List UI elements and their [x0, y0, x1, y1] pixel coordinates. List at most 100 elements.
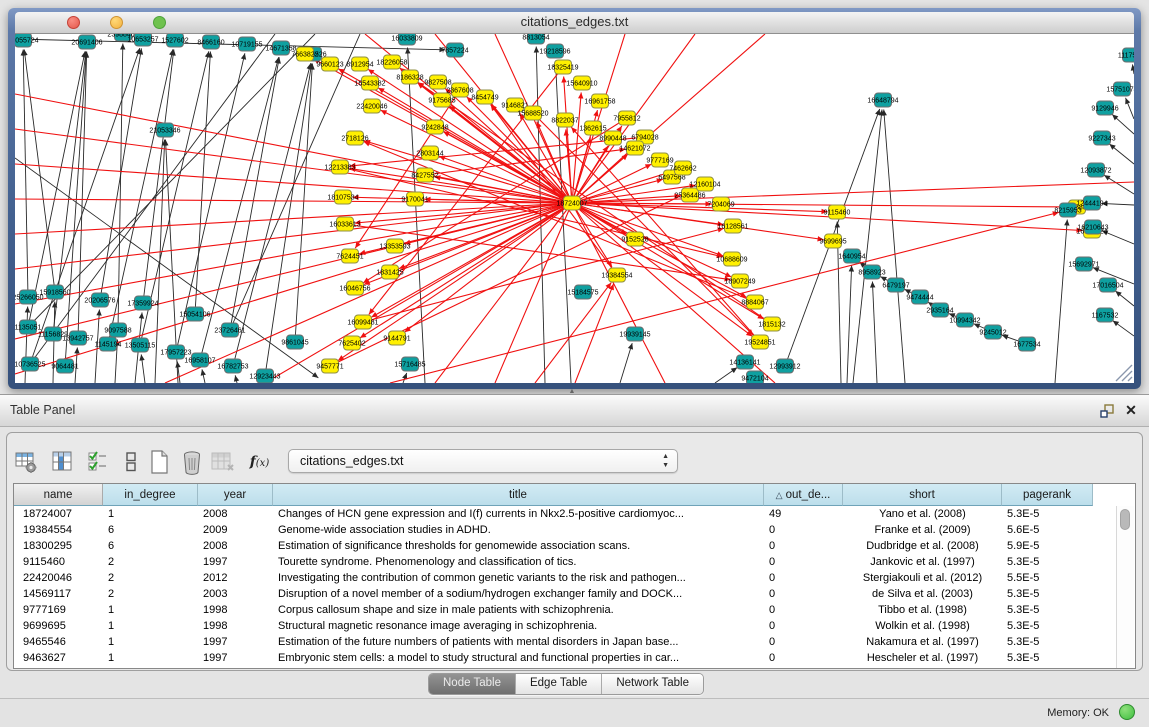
- network-node[interactable]: 16648794: [867, 93, 898, 107]
- network-node[interactable]: 8813054: [522, 34, 549, 44]
- window-resize-grip[interactable]: [1122, 371, 1132, 381]
- network-node[interactable]: 9170041: [401, 192, 428, 206]
- network-edge[interactable]: [572, 182, 1134, 203]
- network-node[interactable]: 15751074: [1106, 82, 1134, 96]
- network-edge[interactable]: [390, 212, 1059, 383]
- function-builder-icon[interactable]: f(x): [246, 448, 273, 475]
- network-node[interactable]: 24055724: [15, 34, 39, 47]
- network-node[interactable]: 19524851: [744, 335, 775, 349]
- network-edge[interactable]: [853, 109, 882, 383]
- network-edge[interactable]: [25, 306, 28, 383]
- tab-network-table[interactable]: Network Table: [602, 674, 703, 694]
- network-edge[interactable]: [407, 47, 425, 383]
- network-node[interactable]: 8454749: [471, 90, 498, 104]
- network-node[interactable]: 9472104: [741, 371, 768, 383]
- network-node[interactable]: 13353593: [379, 239, 410, 253]
- column-header-name[interactable]: name: [14, 484, 103, 506]
- column-header-title[interactable]: title: [273, 484, 764, 506]
- network-canvas[interactable]: 1872400724055724206914062398846310653257…: [15, 34, 1134, 383]
- tab-edge-table[interactable]: Edge Table: [516, 674, 602, 694]
- vertical-scrollbar[interactable]: [1116, 506, 1134, 668]
- network-edge[interactable]: [620, 343, 632, 383]
- network-node[interactable]: 13505115: [125, 338, 156, 352]
- network-edge[interactable]: [78, 51, 87, 338]
- network-node[interactable]: 16033809: [391, 34, 422, 45]
- network-edge[interactable]: [295, 63, 312, 342]
- network-node[interactable]: 17016504: [1092, 278, 1123, 292]
- column-header-in_degree[interactable]: in_degree: [103, 484, 198, 506]
- network-edge[interactable]: [572, 203, 824, 240]
- network-node[interactable]: 18226058: [376, 55, 407, 69]
- table-row[interactable]: 2242004622012Investigating the contribut…: [14, 570, 1093, 586]
- network-edge[interactable]: [23, 49, 28, 297]
- network-node[interactable]: 20691406: [71, 35, 102, 49]
- network-node[interactable]: 1145194: [95, 337, 122, 351]
- network-node[interactable]: 18325419: [547, 60, 578, 74]
- column-visibility-icon[interactable]: [48, 448, 75, 475]
- network-edge[interactable]: [355, 90, 460, 248]
- network-node[interactable]: 9861045: [281, 335, 308, 349]
- network-edge[interactable]: [233, 63, 311, 366]
- network-node[interactable]: 8822037: [551, 113, 578, 127]
- network-node[interactable]: 10719155: [231, 37, 262, 51]
- network-node[interactable]: 1831425: [376, 265, 403, 279]
- column-header-short[interactable]: short: [843, 484, 1002, 506]
- table-settings-icon[interactable]: [12, 448, 39, 475]
- network-node[interactable]: 16128561: [717, 219, 748, 233]
- network-node[interactable]: 10736525: [15, 357, 46, 371]
- network-edge[interactable]: [230, 57, 279, 330]
- table-row[interactable]: 1872400712008Changes of HCN gene express…: [14, 506, 1093, 522]
- network-node[interactable]: 1167532: [1092, 308, 1119, 322]
- memory-ok-indicator[interactable]: [1119, 704, 1135, 720]
- network-edge[interactable]: [535, 283, 611, 383]
- network-node[interactable]: 15918560: [39, 285, 70, 299]
- table-rows-icon[interactable]: [117, 448, 144, 475]
- network-node[interactable]: 20206576: [84, 293, 115, 307]
- column-header-out_de[interactable]: △out_de...: [764, 484, 843, 506]
- network-node[interactable]: 9129946: [1091, 101, 1118, 115]
- table-selector-dropdown[interactable]: citations_edges.txt ▲▼: [288, 449, 678, 473]
- row-checklist-icon[interactable]: [84, 448, 111, 475]
- network-node[interactable]: 17359924: [127, 296, 158, 310]
- network-node[interactable]: 1640954: [838, 249, 865, 263]
- network-edge[interactable]: [24, 49, 55, 292]
- network-node[interactable]: 15054106: [179, 307, 210, 321]
- network-edge[interactable]: [884, 109, 905, 383]
- table-row[interactable]: 1456911722003Disruption of a novel membe…: [14, 586, 1093, 602]
- network-edge[interactable]: [200, 57, 279, 360]
- table-row[interactable]: 1830029562008Estimation of significance …: [14, 538, 1093, 554]
- network-node[interactable]: 19218596: [539, 44, 570, 58]
- table-row[interactable]: 1938455462009Genome-wide association stu…: [14, 522, 1093, 538]
- network-node[interactable]: 16782753: [217, 359, 248, 373]
- delete-icon[interactable]: [178, 448, 205, 475]
- network-node[interactable]: 15640910: [566, 76, 597, 90]
- network-node[interactable]: 10653257: [127, 34, 158, 46]
- network-node[interactable]: 8912954: [346, 57, 373, 71]
- network-node[interactable]: 7955812: [613, 111, 640, 125]
- network-node[interactable]: 8186328: [396, 70, 423, 84]
- network-edge[interactable]: [165, 203, 572, 383]
- network-window-titlebar[interactable]: citations_edges.txt: [15, 12, 1134, 34]
- network-node[interactable]: 15184575: [567, 285, 598, 299]
- network-edge[interactable]: [847, 265, 852, 383]
- float-panel-icon[interactable]: [1099, 403, 1115, 419]
- network-edge[interactable]: [15, 164, 572, 203]
- window-resize-grip[interactable]: [1128, 377, 1132, 381]
- network-node[interactable]: 19939145: [619, 327, 650, 341]
- network-node[interactable]: 12993912: [769, 359, 800, 373]
- network-node[interactable]: 16099481: [347, 315, 378, 329]
- table-row[interactable]: 969969511998Structural magnetic resonanc…: [14, 618, 1093, 634]
- new-file-icon[interactable]: [145, 448, 172, 475]
- network-node[interactable]: 12923443: [249, 369, 280, 383]
- network-node[interactable]: 16961758: [584, 94, 615, 108]
- network-node[interactable]: 9144791: [383, 331, 410, 345]
- network-edge[interactable]: [195, 51, 210, 314]
- network-edge[interactable]: [1055, 219, 1067, 383]
- network-node[interactable]: 7624451: [336, 249, 363, 263]
- network-node[interactable]: 9227343: [1088, 131, 1115, 145]
- network-edge[interactable]: [572, 203, 1068, 207]
- column-header-year[interactable]: year: [198, 484, 273, 506]
- network-node[interactable]: 9699695: [819, 234, 846, 248]
- network-node[interactable]: 15716485: [394, 357, 425, 371]
- network-node[interactable]: 1117534: [1118, 48, 1134, 62]
